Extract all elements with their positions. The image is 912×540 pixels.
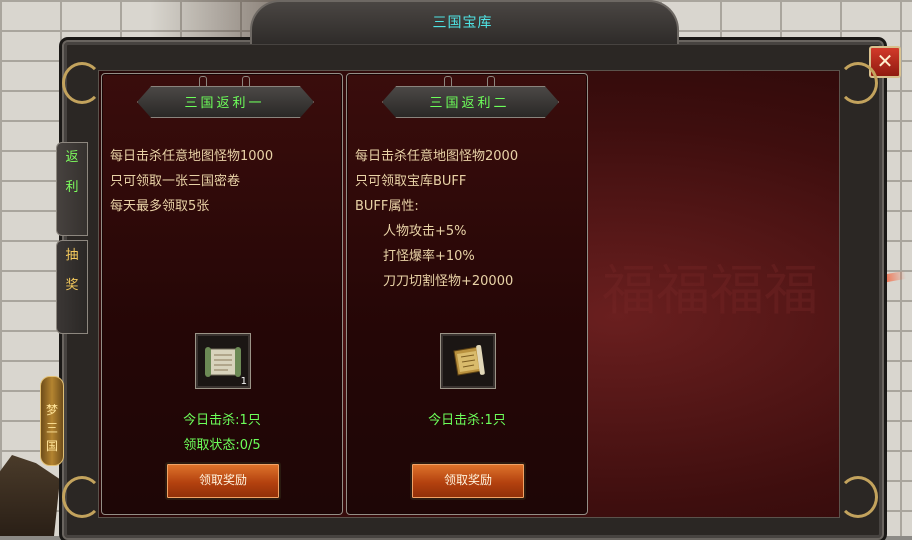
rebate-panel-2: 三国返利二 每日击杀任意地图怪物2000 只可领取宝库BUFF BUFF属性: … [346,73,588,515]
claim-reward-button-1[interactable]: 领取奖励 [165,462,281,500]
reward-item-slot[interactable]: 1 [195,333,251,389]
tab-rebate[interactable]: 返 利 [56,142,88,236]
side-badge-char: 梦 [45,403,58,417]
corner-ornament-icon [62,476,102,518]
buff-attribute-line: 人物攻击+5% [383,224,467,239]
scroll-map-icon [205,347,241,377]
tab-lottery[interactable]: 抽 奖 [56,240,88,334]
panel-desc-line: 每日击杀任意地图怪物2000 [355,149,519,164]
panel-title: 三国返利一 [184,96,265,111]
corner-ornament-icon [838,476,878,518]
panel-desc-line: 只可领取一张三国密卷 [110,174,241,189]
background-watermark: 福福福福 [602,260,818,322]
tab-lottery-char: 抽 [65,248,79,263]
panel-desc-line: 每天最多领取5张 [110,199,210,214]
item-count: 1 [240,376,247,387]
corner-ornament-icon [62,62,102,104]
panel-desc-line: 只可领取宝库BUFF [355,174,467,189]
panel-title: 三国返利二 [429,96,510,111]
side-badge[interactable]: 梦 三 国 [40,376,64,466]
corner-ornament-icon [838,62,878,104]
panel-desc-line: BUFF属性: [355,199,419,214]
buff-attribute-line: 刀刀切割怪物+20000 [383,274,514,289]
golden-scroll-icon [453,344,485,376]
claim-status: 领取状态:0/5 [183,438,261,453]
tab-rebate-char: 返 [65,150,79,165]
buff-attribute-line: 打怪爆率+10% [383,249,475,264]
side-badge-char: 三 [45,421,58,435]
claim-reward-button-2[interactable]: 领取奖励 [410,462,526,500]
tab-lottery-char: 奖 [65,278,79,293]
kills-today: 今日击杀:1只 [428,413,506,428]
side-badge-char: 国 [45,439,58,453]
rebate-panel-1: 三国返利一 每日击杀任意地图怪物1000 只可领取一张三国密卷 每天最多领取5张… [101,73,343,515]
kills-today: 今日击杀:1只 [183,413,261,428]
window-title: 三国宝库 [432,15,493,31]
panel-desc-line: 每日击杀任意地图怪物1000 [110,149,274,164]
reward-item-slot[interactable] [440,333,496,389]
tab-rebate-char: 利 [65,180,79,195]
